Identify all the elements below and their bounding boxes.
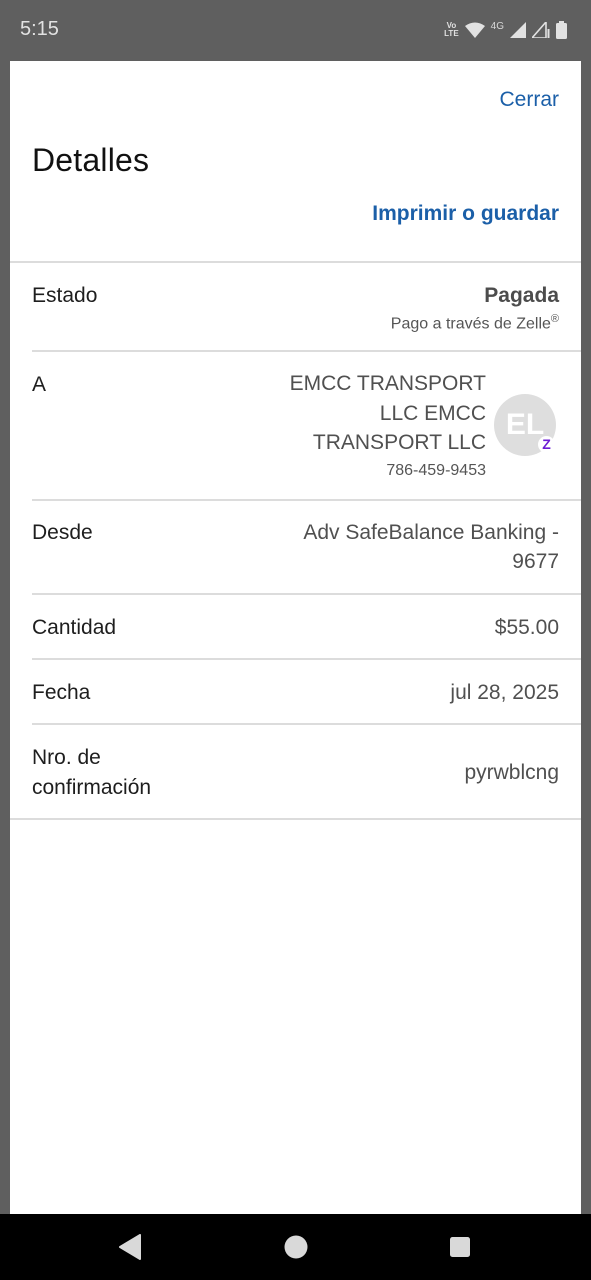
volte-icon: Vo LTE [444, 21, 459, 38]
from-account-value: Adv SafeBalance Banking - 9677 [303, 521, 559, 573]
home-icon[interactable] [284, 1234, 308, 1260]
confirmation-label: Nro. de confirmación [32, 746, 152, 799]
row-divider [32, 499, 581, 501]
status-value: Pagada [484, 284, 559, 307]
back-icon[interactable] [118, 1234, 142, 1260]
row-divider [32, 350, 581, 352]
zelle-badge-icon: Z [538, 436, 555, 453]
screen-edge [581, 61, 591, 1214]
from-label: Desde [32, 521, 93, 544]
status-time: 5:15 [20, 18, 59, 40]
date-value: jul 28, 2025 [450, 681, 559, 704]
confirmation-value: pyrwblcng [464, 761, 559, 784]
status-icons: Vo LTE 4G [444, 19, 567, 41]
row-divider [32, 723, 581, 725]
battery-icon [556, 21, 567, 39]
signal-secondary-icon [532, 22, 550, 38]
payment-method-note: Pago a través de Zelle® [390, 313, 559, 333]
navigation-bar [0, 1214, 591, 1280]
recipient-label: A [32, 373, 47, 396]
page-title: Detalles [32, 142, 150, 178]
close-button[interactable]: Cerrar [499, 88, 559, 112]
amount-label: Cantidad [32, 616, 117, 639]
date-label: Fecha [32, 681, 91, 704]
header-divider [10, 261, 581, 263]
amount-value: $55.00 [494, 616, 559, 639]
row-divider [32, 658, 581, 660]
recents-icon[interactable] [450, 1234, 470, 1260]
details-sheet: Cerrar Detalles Imprimir o guardar Estad… [10, 61, 581, 1214]
status-label: Estado [32, 284, 98, 307]
print-or-save-button[interactable]: Imprimir o guardar [372, 202, 559, 226]
wifi-icon [464, 22, 485, 38]
signal-icon [510, 22, 526, 38]
status-bar: 5:15 Vo LTE 4G [0, 0, 591, 61]
details-bottom-divider [10, 818, 581, 820]
recipient-phone: 786-459-9453 [386, 462, 486, 479]
row-divider [32, 593, 581, 595]
recipient-name: EMCC TRANSPORT LLC EMCC TRANSPORT LLC [289, 372, 486, 454]
network-type-label: 4G [490, 20, 504, 32]
